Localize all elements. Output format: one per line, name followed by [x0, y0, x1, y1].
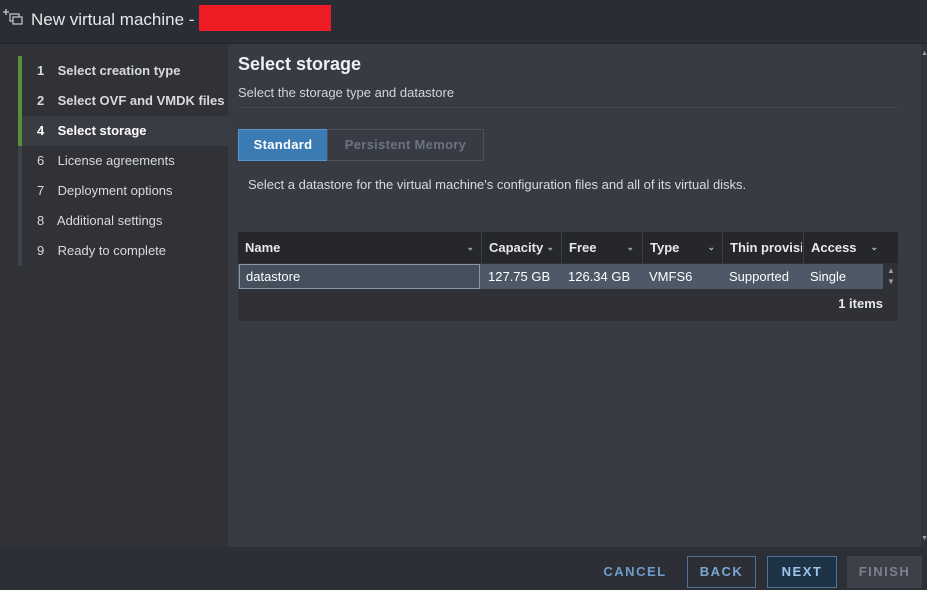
step-label: Select storage [57, 123, 147, 138]
cell-access: Single [810, 269, 847, 284]
column-header-type[interactable]: Type ⌄ [642, 232, 720, 263]
chevron-down-icon[interactable]: ⌄ [466, 232, 474, 263]
step-number: 7 [37, 183, 45, 198]
chevron-down-icon[interactable]: ⌄ [546, 232, 554, 263]
table-header: Name ⌄ Capacity ⌄ Free ⌄ Type ⌄ Thin pro… [238, 232, 898, 263]
column-header-name[interactable]: Name ⌄ [238, 232, 479, 263]
chevron-down-icon[interactable]: ⌄ [870, 232, 878, 263]
table-scrollbar[interactable]: ▲ ▼ [886, 265, 896, 287]
column-header-access[interactable]: Access ⌄ [803, 232, 883, 263]
title-bar: New virtual machine - [0, 0, 927, 44]
finish-button[interactable]: FINISH [847, 556, 922, 588]
step-select-creation-type[interactable]: 1 Select creation type [18, 56, 228, 86]
add-vm-icon [2, 7, 24, 29]
step-number: 8 [37, 213, 45, 228]
chevron-down-icon[interactable]: ⌄ [626, 232, 634, 263]
step-number: 6 [37, 153, 45, 168]
step-number: 2 [37, 93, 45, 108]
step-license-agreements[interactable]: 6 License agreements [18, 146, 228, 176]
step-additional-settings[interactable]: 8 Additional settings [18, 206, 228, 236]
step-select-ovf-vmdk-files[interactable]: 2 Select OVF and VMDK files [18, 86, 228, 116]
step-deployment-options[interactable]: 7 Deployment options [18, 176, 228, 206]
cell-thin-provisioning: Supported [729, 269, 789, 284]
divider [238, 107, 898, 108]
step-label: Select OVF and VMDK files [57, 93, 225, 108]
page-title: Select storage [238, 54, 362, 74]
redacted-vm-name [199, 5, 331, 31]
datastore-description: Select a datastore for the virtual machi… [248, 177, 747, 192]
cancel-button[interactable]: CANCEL [600, 556, 670, 588]
column-label: Type [650, 240, 680, 255]
next-button[interactable]: NEXT [767, 556, 837, 588]
step-label: Ready to complete [57, 243, 167, 258]
step-select-storage[interactable]: 4 Select storage [18, 116, 228, 146]
column-header-capacity[interactable]: Capacity ⌄ [481, 232, 559, 263]
wizard-footer: CANCEL BACK NEXT FINISH [0, 547, 927, 590]
tab-persistent-memory[interactable]: Persistent Memory [327, 129, 484, 161]
column-label: Capacity [489, 240, 544, 255]
cell-name[interactable]: datastore [239, 264, 480, 289]
column-label: Free [569, 240, 597, 255]
datastore-table: Name ⌄ Capacity ⌄ Free ⌄ Type ⌄ Thin pro… [238, 232, 898, 321]
column-header-free[interactable]: Free ⌄ [561, 232, 639, 263]
back-button[interactable]: BACK [687, 556, 756, 588]
column-label: Name [245, 240, 281, 255]
window-title: New virtual machine - [31, 10, 195, 29]
main-scrollbar[interactable] [921, 44, 927, 547]
chevron-down-icon[interactable]: ⌄ [707, 232, 715, 263]
step-label: Select creation type [57, 63, 181, 78]
step-label: Deployment options [57, 183, 173, 198]
column-label: Access [811, 240, 857, 255]
step-number: 9 [37, 243, 45, 258]
page-subtitle: Select the storage type and datastore [238, 85, 455, 100]
cell-type: VMFS6 [649, 269, 693, 284]
column-header-thin-provisioning[interactable]: Thin provisio [722, 232, 802, 263]
cell-capacity: 127.75 GB [488, 269, 551, 284]
column-label: Thin provisio [730, 240, 802, 255]
step-number: 4 [37, 123, 45, 138]
tab-standard-storage[interactable]: Standard [238, 129, 328, 161]
step-number: 1 [37, 63, 45, 78]
wizard-steps-sidebar: 1 Select creation type 2 Select OVF and … [0, 44, 228, 547]
table-row[interactable]: datastore 127.75 GB 126.34 GB VMFS6 Supp… [238, 264, 883, 289]
step-ready-to-complete[interactable]: 9 Ready to complete [18, 236, 228, 266]
item-count: 1 items [838, 296, 883, 311]
scroll-up-icon[interactable]: ▲ [921, 50, 927, 57]
scroll-down-icon[interactable]: ▼ [921, 535, 927, 542]
cell-free: 126.34 GB [568, 269, 631, 284]
main-panel: Select storage Select the storage type a… [228, 44, 921, 547]
step-label: License agreements [57, 153, 175, 168]
step-label: Additional settings [56, 213, 163, 228]
